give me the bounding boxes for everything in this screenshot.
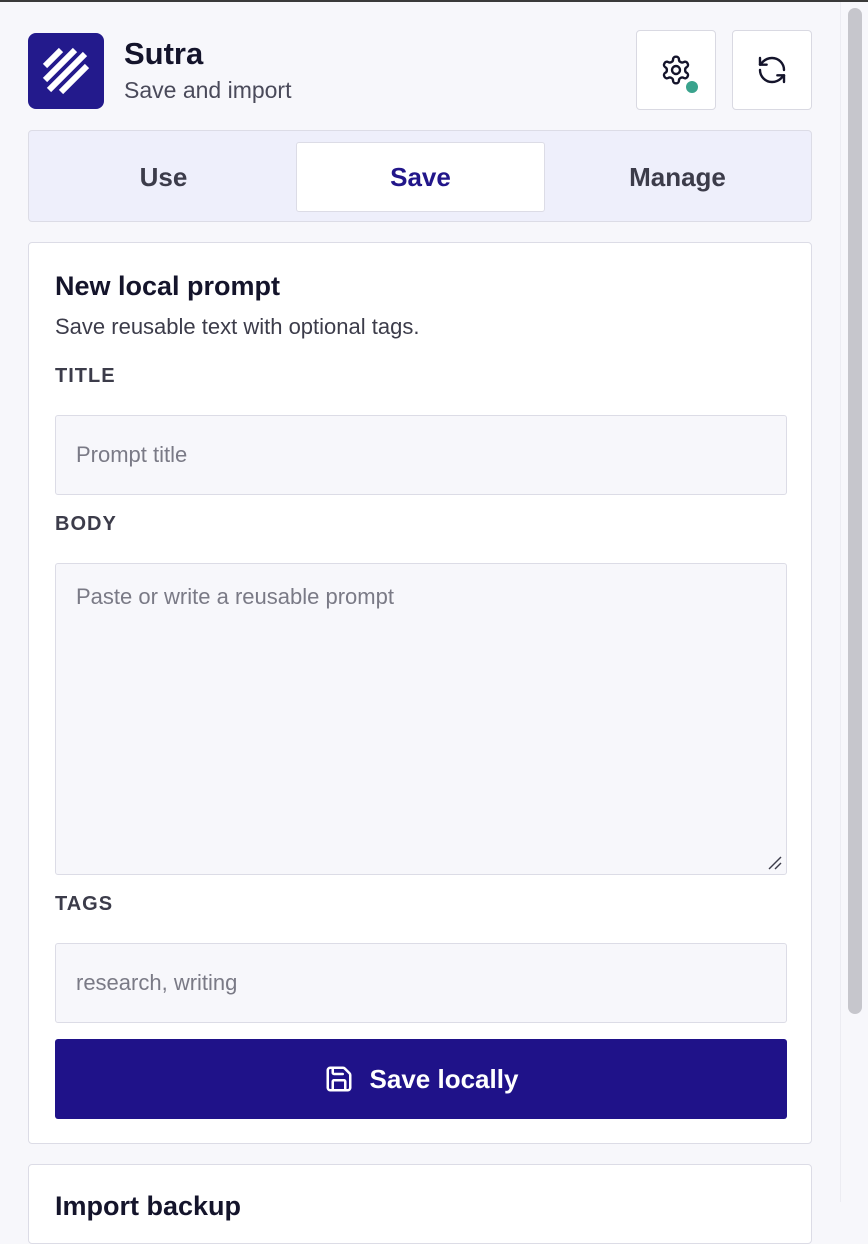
- title-input[interactable]: [55, 415, 787, 495]
- tags-input[interactable]: [55, 943, 787, 1023]
- import-backup-card: Import backup: [28, 1164, 812, 1244]
- status-dot: [686, 81, 698, 93]
- header: Sutra Save and import: [28, 30, 812, 110]
- side-panel: Sutra Save and import Use Save Manage Ne…: [0, 2, 840, 1244]
- tags-label: TAGS: [55, 893, 114, 915]
- tab-manage[interactable]: Manage: [553, 142, 802, 212]
- body-label: BODY: [55, 513, 117, 535]
- app-subtitle: Save and import: [124, 77, 292, 103]
- title-label: TITLE: [55, 365, 116, 387]
- card-subtitle: Save reusable text with optional tags.: [55, 314, 420, 339]
- save-locally-label: Save locally: [369, 1063, 519, 1094]
- app-name: Sutra: [124, 36, 204, 71]
- refresh-icon: [758, 56, 786, 84]
- tab-bar: Use Save Manage: [28, 130, 812, 222]
- floppy-disk-icon: [326, 1066, 352, 1092]
- refresh-button[interactable]: [732, 30, 812, 110]
- body-textarea[interactable]: [55, 563, 787, 875]
- new-prompt-card: New local prompt Save reusable text with…: [28, 242, 812, 1144]
- tab-save[interactable]: Save: [296, 142, 545, 212]
- card-title: New local prompt: [55, 271, 281, 301]
- import-card-title: Import backup: [55, 1191, 242, 1221]
- gear-icon: [662, 55, 690, 85]
- save-locally-button[interactable]: Save locally: [55, 1039, 787, 1119]
- settings-button[interactable]: [636, 30, 716, 110]
- scrollbar-thumb[interactable]: [848, 8, 862, 1014]
- resize-handle-icon[interactable]: [767, 855, 783, 871]
- tab-use[interactable]: Use: [39, 142, 288, 212]
- sutra-logo-icon: [28, 33, 104, 109]
